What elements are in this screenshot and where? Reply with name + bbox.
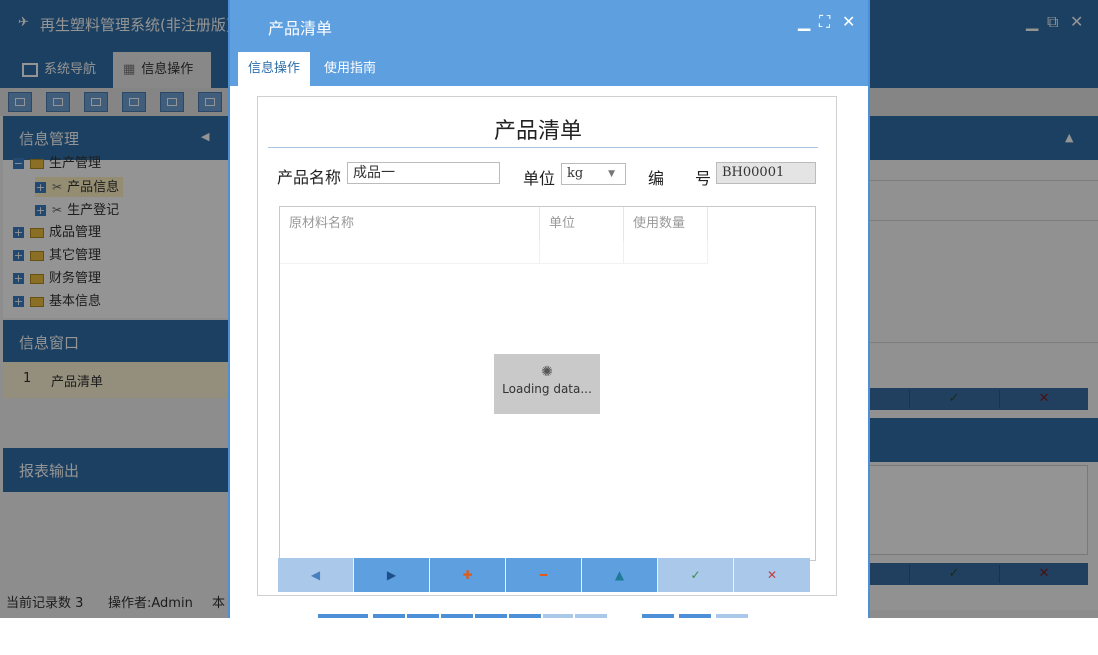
next-icon: ▶ (386, 568, 397, 582)
remove-button[interactable]: ━ (506, 558, 582, 592)
confirm-button[interactable]: ✓ (658, 558, 734, 592)
materials-grid: 原材料名称 单位 使用数量 ✺ Loading data... (279, 206, 816, 561)
maximize-icon[interactable]: ⛶ (819, 12, 830, 32)
cancel-icon: ✕ (766, 568, 778, 582)
column-header-quantity[interactable]: 使用数量 (624, 207, 708, 241)
up-icon: ▲ (614, 568, 625, 582)
tab-info-operation[interactable]: 信息操作 (238, 52, 311, 86)
unit-select[interactable]: kg ▼ (561, 163, 626, 185)
code-label-part2: 号 (695, 169, 712, 188)
loading-indicator: ✺ Loading data... (494, 354, 600, 414)
add-icon: ✚ (462, 568, 473, 582)
add-button[interactable]: ✚ (430, 558, 506, 592)
code-input: BH00001 (716, 162, 816, 184)
prev-icon: ◀ (310, 568, 321, 582)
column-header-unit[interactable]: 单位 (540, 207, 624, 241)
column-header-material-name[interactable]: 原材料名称 (280, 207, 540, 241)
up-button[interactable]: ▲ (582, 558, 658, 592)
product-list-dialog: 产品清单 ▁ ⛶ ✕ 信息操作 使用指南 产品清单 产品名称 成品一 单位 kg… (228, 0, 870, 618)
unit-select-value: kg (567, 166, 584, 181)
record-navbar: ◀ ▶ ✚ ━ ▲ ✓ ✕ (278, 558, 810, 592)
code-label-part1: 编 (648, 169, 665, 188)
empty-grid-row (280, 241, 708, 264)
unit-label: 单位 (523, 169, 556, 188)
remove-icon: ━ (539, 568, 548, 582)
product-name-label: 产品名称 (277, 168, 342, 187)
confirm-icon: ✓ (690, 568, 701, 582)
form-heading: 产品清单 (493, 119, 582, 144)
cancel-button[interactable]: ✕ (734, 558, 810, 592)
product-name-input[interactable]: 成品一 (347, 162, 500, 184)
form-divider (268, 147, 818, 148)
tab-user-guide[interactable]: 使用指南 (314, 52, 386, 86)
next-button[interactable]: ▶ (354, 558, 430, 592)
close-icon[interactable]: ✕ (842, 12, 855, 31)
spinner-icon: ✺ (541, 364, 553, 380)
dialog-title: 产品清单 (268, 19, 333, 38)
minimize-icon[interactable]: ▁ (798, 12, 810, 31)
product-form: 产品清单 产品名称 成品一 单位 kg ▼ 编 号 BH00001 原材料名称 … (257, 96, 837, 596)
loading-text: Loading data... (502, 382, 592, 396)
chevron-down-icon[interactable]: ▼ (608, 164, 615, 184)
prev-button[interactable]: ◀ (278, 558, 354, 592)
